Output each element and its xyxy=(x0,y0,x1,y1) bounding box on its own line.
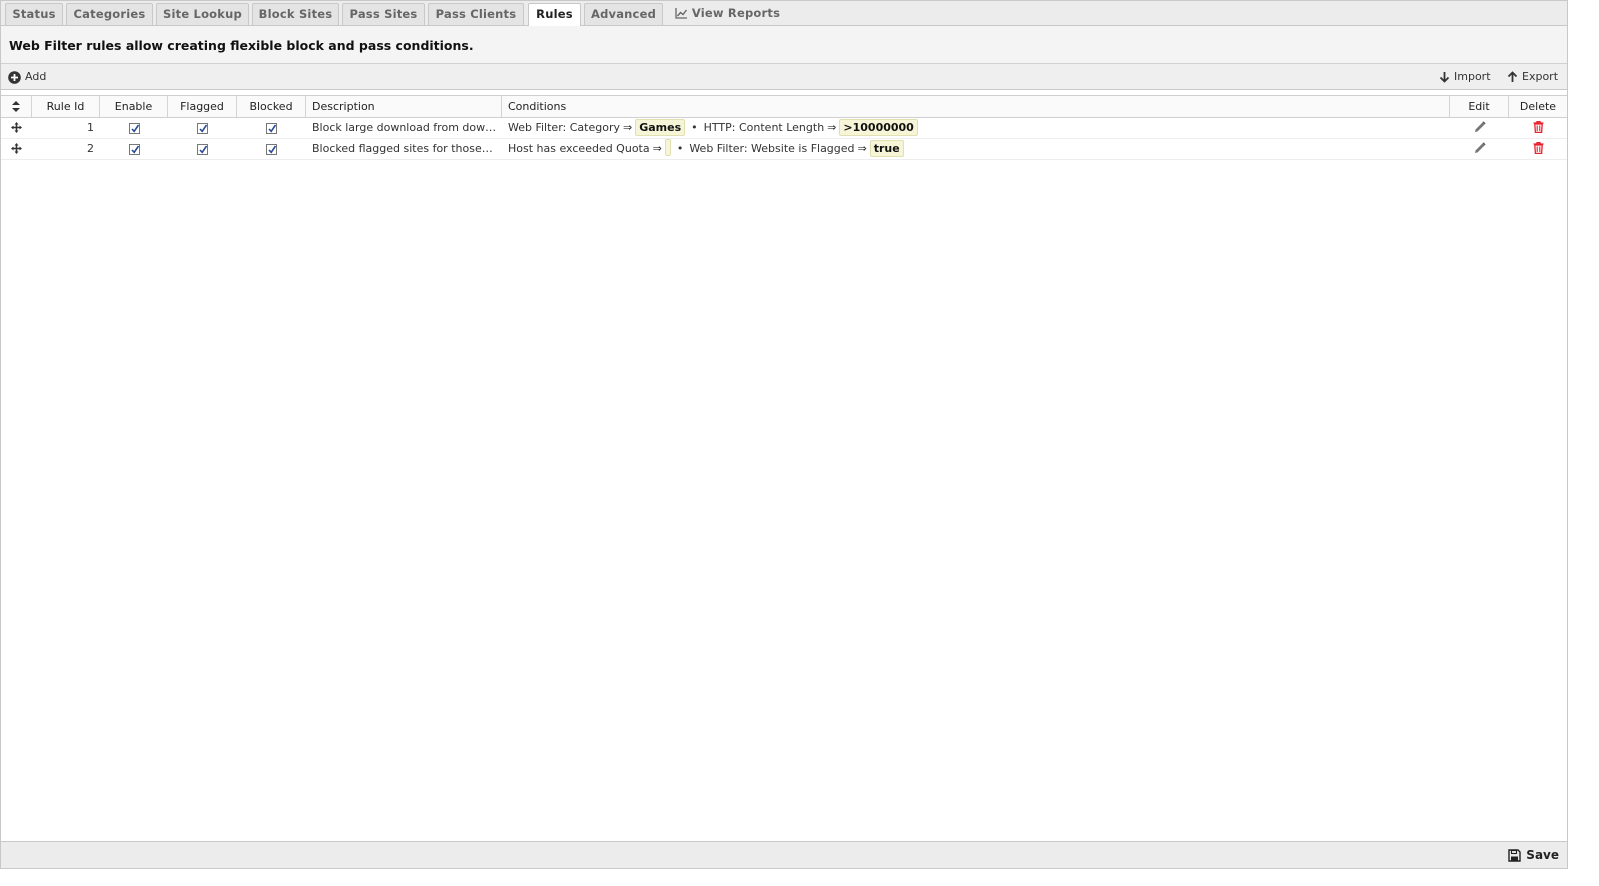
grid-header: Rule Id Enable Flagged Blocked Descripti… xyxy=(1,95,1567,118)
tab-block-sites[interactable]: Block Sites xyxy=(252,3,339,25)
save-label: Save xyxy=(1526,848,1559,862)
checkbox-checked-icon xyxy=(128,144,140,155)
condition-value xyxy=(664,139,671,156)
rule-description: Blocked flagged sites for those… xyxy=(312,142,493,155)
col-header-delete[interactable]: Delete xyxy=(1509,96,1567,117)
rule-id: 2 xyxy=(87,142,94,155)
tab-advanced[interactable]: Advanced xyxy=(584,3,663,25)
condition-separator: • xyxy=(676,142,684,155)
pencil-icon xyxy=(1474,121,1486,132)
table-row[interactable]: 1 Block large download from dow… Web Fil… xyxy=(1,118,1567,139)
condition-arrow: ⇒ xyxy=(622,121,633,134)
import-button[interactable]: Import xyxy=(1439,69,1491,85)
sort-icon xyxy=(12,101,20,112)
tab-pass-sites[interactable]: Pass Sites xyxy=(342,3,425,25)
plus-circle-icon xyxy=(8,70,21,84)
drag-handle[interactable] xyxy=(1,118,32,138)
add-label: Add xyxy=(25,70,47,83)
move-icon xyxy=(11,122,22,133)
arrow-down-icon xyxy=(1439,72,1450,83)
view-reports-label: View Reports xyxy=(691,6,781,20)
tab-pass-clients[interactable]: Pass Clients xyxy=(428,3,524,25)
blocked-checkbox[interactable] xyxy=(237,118,306,138)
export-label: Export xyxy=(1522,70,1559,83)
tab-view-reports[interactable]: View Reports xyxy=(670,3,785,25)
condition-arrow: ⇒ xyxy=(827,121,837,134)
col-header-blocked[interactable]: Blocked xyxy=(237,96,306,117)
checkbox-checked-icon xyxy=(197,123,208,134)
chart-line-icon xyxy=(675,8,687,19)
web-filter-app: Status Categories Site Lookup Block Site… xyxy=(0,0,1568,869)
tab-site-lookup[interactable]: Site Lookup xyxy=(156,3,249,25)
condition-name: Web Filter: Category xyxy=(508,121,620,134)
condition-arrow: ⇒ xyxy=(857,142,867,155)
trash-icon xyxy=(1533,141,1543,155)
add-button[interactable]: Add xyxy=(8,69,46,85)
condition-value: >10000000 xyxy=(839,119,918,136)
import-label: Import xyxy=(1454,70,1491,83)
col-header-enable[interactable]: Enable xyxy=(100,96,168,117)
header-description: Web Filter rules allow creating flexible… xyxy=(9,38,474,53)
condition-name: Host has exceeded Quota xyxy=(508,142,650,155)
tab-rules[interactable]: Rules xyxy=(528,3,581,26)
flagged-checkbox[interactable] xyxy=(168,139,237,159)
footer-bar: Save xyxy=(1,841,1567,868)
condition-name: HTTP: Content Length xyxy=(703,121,825,134)
sort-column-header[interactable] xyxy=(1,96,32,117)
delete-button[interactable] xyxy=(1509,139,1567,159)
col-header-edit[interactable]: Edit xyxy=(1450,96,1509,117)
grid-toolbar: Add Import Export xyxy=(1,64,1567,90)
trash-icon xyxy=(1533,120,1543,134)
export-button[interactable]: Export xyxy=(1507,69,1558,85)
floppy-disk-icon xyxy=(1508,848,1521,862)
checkbox-checked-icon xyxy=(266,123,277,134)
enable-checkbox[interactable] xyxy=(100,139,168,159)
col-header-description[interactable]: Description xyxy=(306,96,502,117)
col-header-flagged[interactable]: Flagged xyxy=(168,96,237,117)
condition-separator: • xyxy=(691,121,698,134)
table-row[interactable]: 2 Blocked flagged sites for those… Host … xyxy=(1,139,1567,160)
rule-description: Block large download from dow… xyxy=(312,121,497,134)
enable-checkbox[interactable] xyxy=(100,118,168,138)
arrow-up-icon xyxy=(1507,71,1518,82)
tab-status[interactable]: Status xyxy=(5,3,63,25)
condition-value: true xyxy=(869,140,904,157)
save-button[interactable]: Save xyxy=(1508,847,1559,863)
col-header-rule-id[interactable]: Rule Id xyxy=(32,96,100,117)
tab-categories[interactable]: Categories xyxy=(66,3,153,25)
rule-id: 1 xyxy=(87,121,94,134)
pencil-icon xyxy=(1474,142,1486,153)
delete-button[interactable] xyxy=(1509,118,1567,138)
tab-bar: Status Categories Site Lookup Block Site… xyxy=(1,1,1567,26)
move-icon xyxy=(11,143,22,154)
rule-conditions: Host has exceeded Quota ⇒ • Web Filter: Web… xyxy=(502,139,1450,159)
checkbox-checked-icon xyxy=(197,144,208,155)
checkbox-checked-icon xyxy=(128,123,140,134)
condition-arrow: ⇒ xyxy=(652,142,662,155)
blocked-checkbox[interactable] xyxy=(237,139,306,159)
edit-button[interactable] xyxy=(1450,118,1509,138)
rule-conditions: Web Filter: Category ⇒ Games • HTTP: Content… xyxy=(502,118,1450,138)
checkbox-checked-icon xyxy=(266,144,277,155)
col-header-conditions[interactable]: Conditions xyxy=(502,96,1450,117)
flagged-checkbox[interactable] xyxy=(168,118,237,138)
drag-handle[interactable] xyxy=(1,139,32,159)
condition-value: Games xyxy=(635,119,686,136)
edit-button[interactable] xyxy=(1450,139,1509,159)
panel-header: Web Filter rules allow creating flexible… xyxy=(1,26,1567,64)
condition-name: Web Filter: Website is Flagged xyxy=(689,142,855,155)
